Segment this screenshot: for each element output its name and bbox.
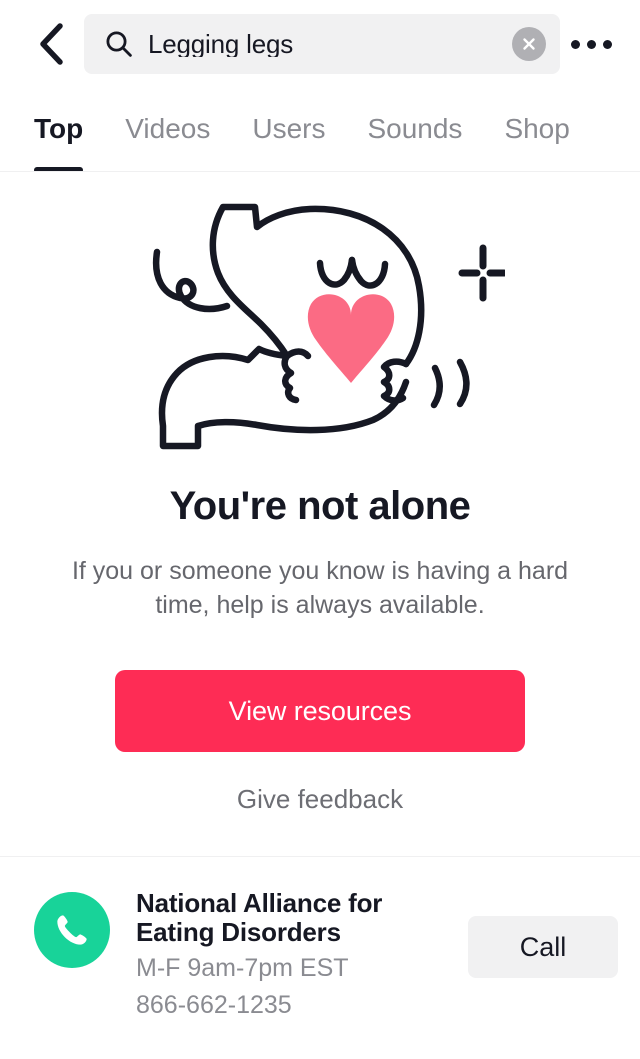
search-input[interactable]: Legging legs — [148, 31, 512, 57]
ellipsis-icon — [570, 39, 580, 49]
search-tab-bar: Top Videos Users Sounds Shop — [0, 88, 640, 172]
resource-avatar — [34, 892, 110, 968]
more-options-button[interactable] — [560, 19, 622, 69]
character-hugging-heart-illustration — [152, 203, 505, 449]
illustration-container — [0, 172, 640, 462]
ellipsis-icon — [602, 39, 612, 49]
call-button[interactable]: Call — [468, 916, 618, 978]
tab-shop[interactable]: Shop — [504, 114, 569, 145]
resource-name: National Alliance for Eating Disorders — [136, 888, 383, 948]
search-field[interactable]: Legging legs — [84, 14, 560, 74]
primary-action-container: View resources — [0, 670, 640, 752]
page-subtitle: If you or someone you know is having a h… — [71, 557, 569, 619]
secondary-action-container: Give feedback — [0, 786, 640, 812]
motion-lines — [430, 358, 470, 408]
give-feedback-link[interactable]: Give feedback — [237, 786, 403, 812]
page-title: You're not alone — [169, 484, 471, 528]
resource-row: National Alliance for Eating Disorders M… — [0, 857, 640, 1022]
tab-users[interactable]: Users — [252, 114, 325, 145]
character-left-hand — [281, 347, 312, 403]
resource-hours: M-F 9am-7pm EST — [136, 953, 349, 982]
clear-search-button[interactable] — [512, 27, 546, 61]
sparkle-icon — [458, 244, 505, 301]
heart-shape — [307, 293, 395, 383]
character-eyes — [316, 256, 389, 289]
resource-details: National Alliance for Eating Disorders M… — [110, 888, 468, 1022]
view-resources-button[interactable]: View resources — [115, 670, 525, 752]
chevron-left-icon — [40, 23, 63, 65]
back-button[interactable] — [28, 21, 74, 67]
search-icon — [104, 29, 134, 59]
close-icon — [523, 38, 535, 50]
tab-top[interactable]: Top — [34, 114, 84, 171]
tab-videos[interactable]: Videos — [125, 114, 210, 145]
search-header: Legging legs — [0, 0, 640, 88]
ellipsis-icon — [586, 39, 596, 49]
resource-phone-number: 866-662-1235 — [136, 990, 292, 1019]
tab-sounds[interactable]: Sounds — [367, 114, 462, 145]
phone-icon — [57, 915, 87, 945]
